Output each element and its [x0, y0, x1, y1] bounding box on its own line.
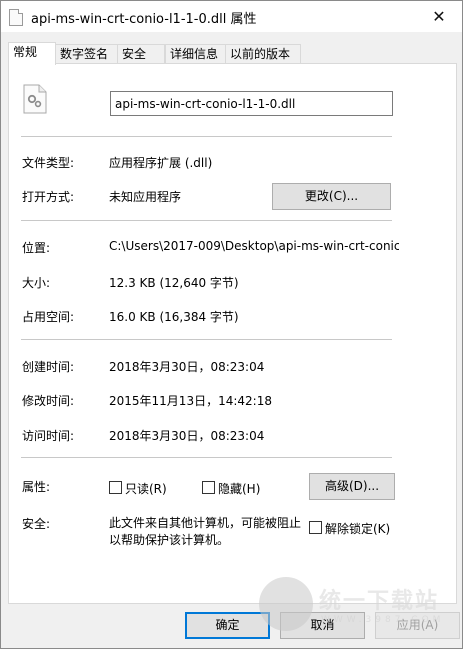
hidden-checkbox[interactable] [202, 481, 215, 494]
created-value: 2018年3月30日，08:23:04 [109, 360, 265, 374]
location-label: 位置: [22, 241, 51, 255]
properties-dialog: api-ms-win-crt-conio-l1-1-0.dll 属性 ✕ 常规 … [0, 0, 463, 649]
security-message: 此文件来自其他计算机，可能被阻止以帮助保护该计算机。 [109, 516, 302, 547]
size-value: 12.3 KB (12,640 字节) [109, 276, 239, 290]
opens-with-label: 打开方式: [22, 190, 75, 204]
divider [21, 457, 392, 458]
close-button[interactable]: ✕ [416, 1, 462, 32]
file-type-label: 文件类型: [22, 156, 75, 170]
unblock-checkbox[interactable] [309, 521, 322, 534]
location-value: C:\Users\2017-009\Desktop\api-ms-win-crt… [109, 239, 399, 253]
file-name-input[interactable]: api-ms-win-crt-conio-l1-1-0.dll [110, 91, 393, 116]
tab-digital-signatures[interactable]: 数字签名 [55, 44, 121, 65]
divider [21, 339, 392, 340]
tab-previous-versions[interactable]: 以前的版本 [225, 44, 301, 65]
size-on-disk-label: 占用空间: [22, 310, 75, 324]
attributes-label: 属性: [22, 480, 51, 494]
hidden-label[interactable]: 隐藏(H) [218, 480, 260, 497]
size-label: 大小: [22, 276, 51, 290]
window-title: api-ms-win-crt-conio-l1-1-0.dll 属性 [31, 12, 257, 27]
change-button[interactable]: 更改(C)... [272, 183, 391, 210]
ok-button[interactable]: 确定 [185, 612, 270, 639]
watermark-circle-icon [259, 577, 313, 631]
watermark-text: 统一下载站 [319, 589, 440, 614]
opens-with-value: 未知应用程序 [109, 190, 182, 204]
advanced-button[interactable]: 高级(D)... [309, 473, 395, 500]
unblock-label[interactable]: 解除锁定(K) [325, 520, 390, 537]
modified-value: 2015年11月13日，14:42:18 [109, 394, 272, 408]
accessed-label: 访问时间: [22, 429, 75, 443]
title-bar[interactable]: api-ms-win-crt-conio-l1-1-0.dll 属性 ✕ [1, 1, 462, 32]
general-panel: api-ms-win-crt-conio-l1-1-0.dll 文件类型: 应用… [8, 63, 457, 604]
security-label: 安全: [22, 517, 51, 531]
file-icon [9, 9, 23, 26]
created-label: 创建时间: [22, 360, 75, 374]
modified-label: 修改时间: [22, 394, 75, 408]
divider [21, 220, 392, 221]
tab-general[interactable]: 常规 [8, 42, 56, 65]
readonly-label[interactable]: 只读(R) [125, 480, 167, 497]
watermark-subtext: WWW.3987.COM [321, 615, 445, 625]
file-type-value: 应用程序扩展 (.dll) [109, 156, 213, 170]
accessed-value: 2018年3月30日，08:23:04 [109, 429, 265, 443]
readonly-checkbox[interactable] [109, 481, 122, 494]
watermark-logo: 统一下载站 WWW.3987.COM [259, 573, 459, 643]
gear-file-icon [23, 84, 47, 114]
tab-security[interactable]: 安全 [117, 44, 165, 65]
tab-details[interactable]: 详细信息 [165, 44, 229, 65]
size-on-disk-value: 16.0 KB (16,384 字节) [109, 310, 239, 324]
divider [21, 136, 392, 137]
